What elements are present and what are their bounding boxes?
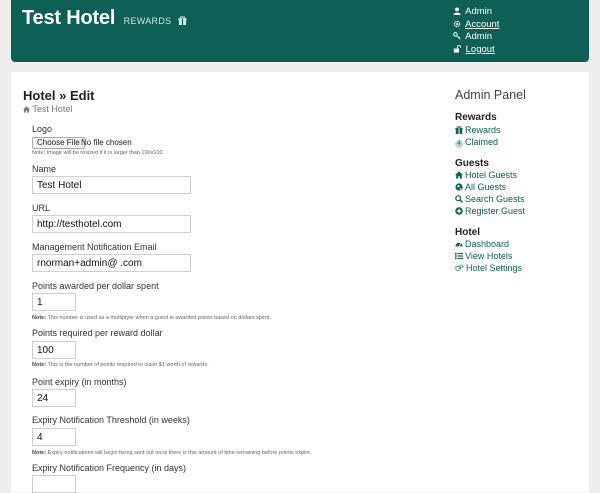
unlock-icon (453, 44, 463, 57)
breadcrumb-hotel[interactable]: Test Hotel (32, 104, 72, 114)
sidebar-item-claimed-label[interactable]: Claimed (465, 137, 498, 147)
sidebar-item-hotel-settings-label[interactable]: Hotel Settings (466, 263, 522, 273)
plus-circle-icon (455, 206, 465, 216)
points-per-reward-label: Points required per reward dollar (32, 328, 163, 338)
user-menu-admin: Admin (453, 6, 499, 19)
globe-icon (455, 182, 465, 192)
top-header: Test Hotel REWARDS Admin Account Admin L… (11, 0, 589, 62)
points-per-dollar-note-bold: Note: (32, 315, 47, 321)
choose-file-button[interactable]: Choose File (32, 137, 85, 149)
sidebar-item-dashboard[interactable]: Dashboard (455, 239, 509, 249)
gear-icon (453, 20, 463, 32)
sidebar-item-hotel-settings[interactable]: Hotel Settings (455, 263, 522, 273)
sidebar-item-claimed[interactable]: 4 Claimed (455, 137, 498, 148)
sidebar-item-view-hotels[interactable]: View Hotels (455, 251, 512, 261)
rewards-heading: Rewards (455, 112, 497, 123)
points-per-dollar-input[interactable]: 1 (32, 293, 76, 311)
name-input[interactable]: Test Hotel (32, 176, 191, 194)
brand-subtitle: REWARDS (123, 16, 172, 26)
point-expiry-input[interactable]: 24 (32, 389, 76, 407)
sidebar-item-register-guest[interactable]: Register Guest (455, 206, 525, 216)
home-icon (23, 104, 30, 114)
guests-heading: Guests (455, 158, 489, 169)
email-input[interactable]: rnorman+admin@ .com (32, 254, 191, 272)
sidebar-item-view-hotels-label[interactable]: View Hotels (465, 251, 512, 261)
email-label: Management Notification Email (32, 242, 157, 252)
points-per-dollar-label: Points awarded per dollar spent (32, 281, 159, 291)
expiry-frequency-input[interactable] (32, 475, 76, 493)
expiry-frequency-label: Expiry Notification Frequency (in days) (32, 463, 187, 473)
points-per-dollar-note-text: This number is used as a multiplyer when… (46, 315, 271, 321)
user-menu-admin-key-label: Admin (465, 31, 493, 42)
content-panel: Hotel » Edit Test Hotel Logo Choose File… (11, 72, 589, 493)
logo-label: Logo (32, 124, 53, 134)
points-per-reward-note-bold: Note: (32, 362, 47, 368)
expiry-threshold-note-bold: Note: (32, 450, 47, 456)
list-icon (455, 251, 465, 261)
sidebar-item-search-guests[interactable]: Search Guests (455, 194, 525, 204)
hotel-heading: Hotel (455, 227, 480, 238)
sidebar-item-rewards[interactable]: Rewards (455, 125, 501, 135)
points-per-dollar-note: Note: This number is used as a multiplye… (32, 315, 271, 321)
expiry-threshold-note: Note: Expiry notifications will begin be… (32, 450, 312, 456)
dashboard-icon (455, 239, 465, 249)
breadcrumb: Test Hotel (23, 104, 72, 114)
key-icon (453, 32, 463, 44)
page-title: Hotel » Edit (23, 88, 95, 103)
sidebar-item-dashboard-label[interactable]: Dashboard (465, 239, 509, 249)
sidebar-item-register-guest-label[interactable]: Register Guest (465, 206, 525, 216)
name-label: Name (32, 164, 57, 174)
point-expiry-label: Point expiry (in months) (32, 377, 127, 387)
expiry-threshold-label: Expiry Notification Threshold (in weeks) (32, 415, 190, 425)
logout-link-label[interactable]: Logout (466, 44, 495, 55)
claimed-count-badge: 4 (455, 140, 463, 148)
sidebar-item-search-guests-label[interactable]: Search Guests (465, 194, 525, 204)
sidebar-item-all-guests-label[interactable]: All Guests (465, 182, 506, 192)
user-menu-admin-label: Admin (465, 6, 493, 17)
sidebar-item-hotel-guests[interactable]: Hotel Guests (455, 170, 517, 180)
admin-panel-title: Admin Panel (455, 88, 526, 102)
sidebar-item-rewards-label[interactable]: Rewards (465, 125, 501, 135)
home-icon (455, 170, 465, 180)
search-icon (455, 194, 465, 204)
sidebar-item-all-guests[interactable]: All Guests (455, 182, 506, 192)
points-per-reward-input[interactable]: 100 (32, 341, 76, 359)
url-input[interactable]: http://testhotel.com (32, 215, 191, 233)
sidebar-item-hotel-guests-label[interactable]: Hotel Guests (465, 170, 517, 180)
brand[interactable]: Test Hotel REWARDS (22, 7, 187, 30)
expiry-threshold-input[interactable]: 4 (32, 428, 76, 446)
user-menu-admin-key: Admin (453, 31, 499, 44)
cogs-icon (455, 263, 466, 273)
logo-note: Note: Image will be resized if it is lar… (32, 150, 163, 156)
file-status: No file chosen (81, 138, 132, 147)
account-link-label[interactable]: Account (465, 19, 499, 30)
brand-title[interactable]: Test Hotel (22, 7, 115, 29)
gift-icon (455, 125, 465, 135)
account-link[interactable]: Account (453, 19, 499, 32)
expiry-threshold-note-text: Expiry notifications will begin being se… (46, 450, 312, 456)
points-per-reward-note-text: This is the number of points required to… (46, 362, 209, 368)
gift-icon (178, 12, 187, 30)
url-label: URL (32, 203, 51, 213)
points-per-reward-note: Note: This is the number of points requi… (32, 362, 209, 368)
user-icon (453, 7, 463, 19)
user-menu: Admin Account Admin Logout (453, 6, 499, 56)
logout-link[interactable]: Logout (453, 44, 499, 57)
